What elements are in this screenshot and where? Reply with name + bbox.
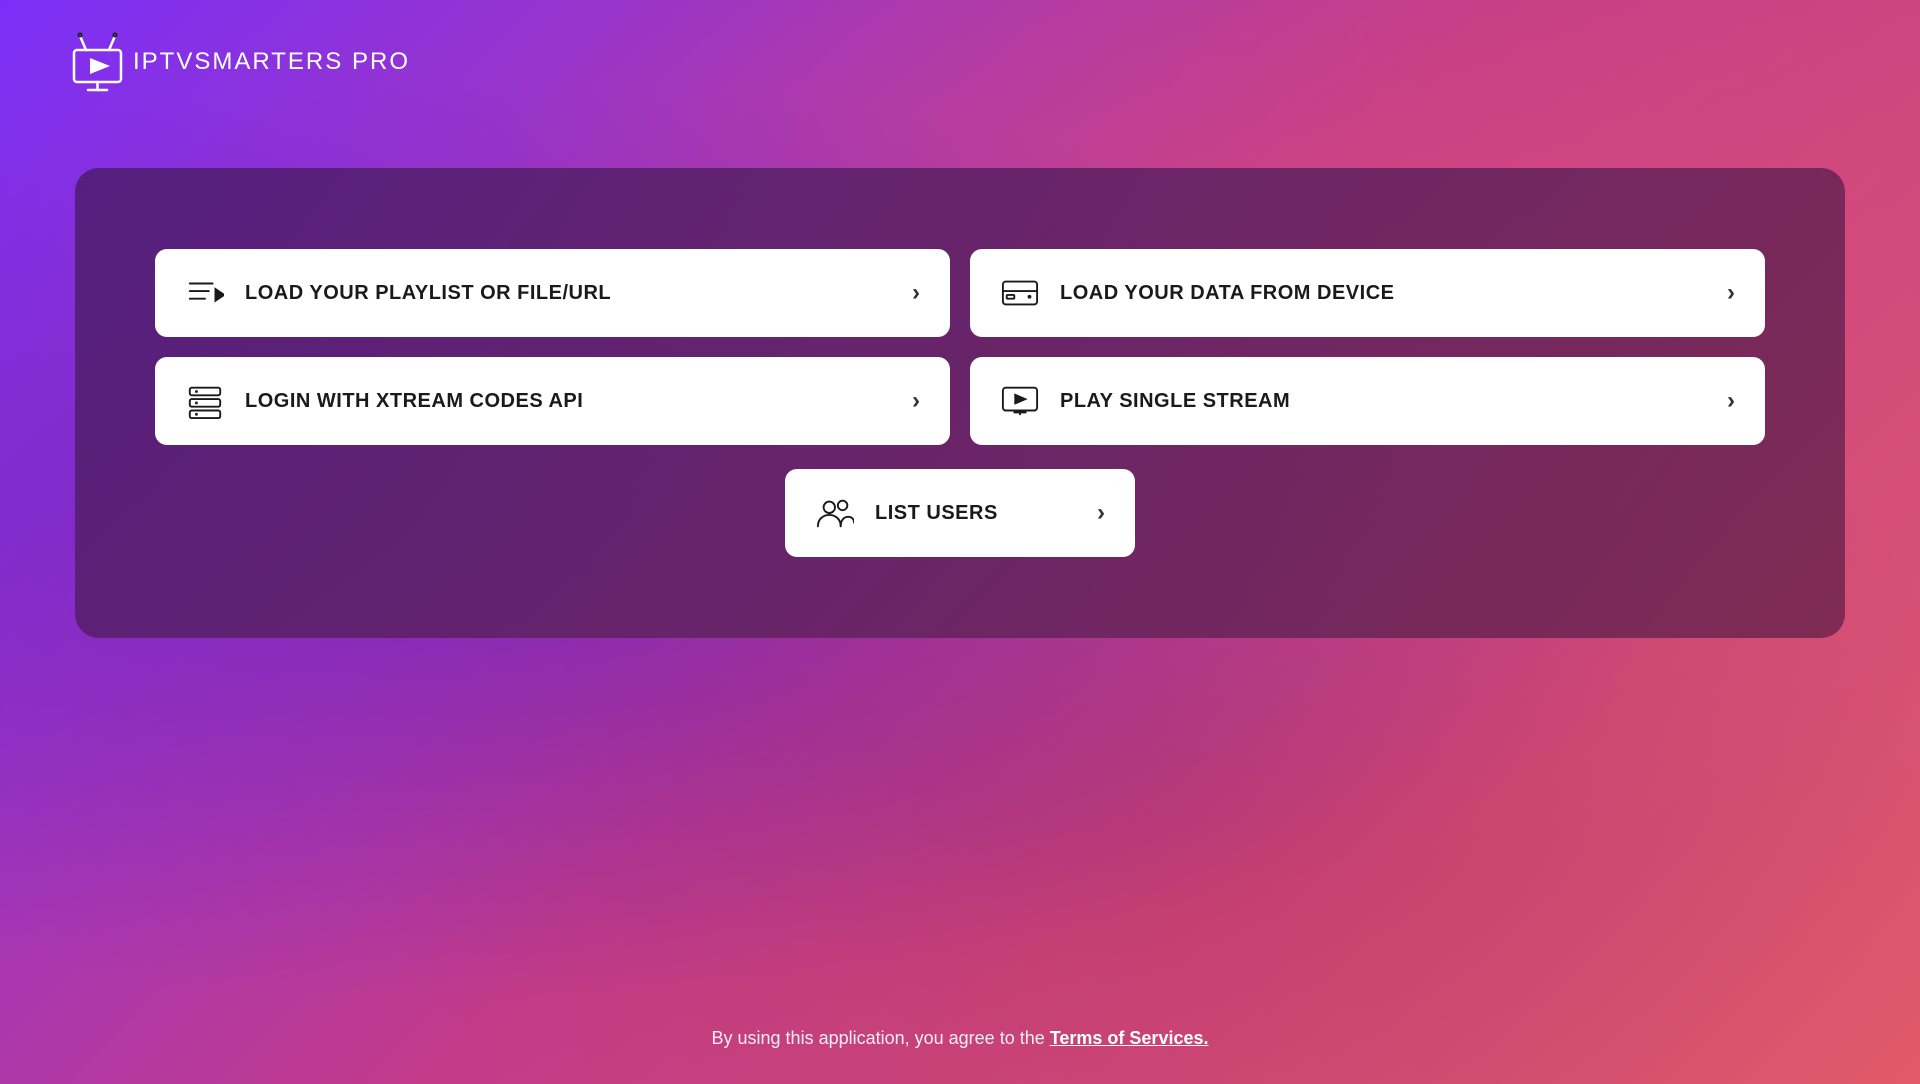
logo-brand: SMARTERS <box>194 48 343 75</box>
playlist-icon <box>185 273 225 313</box>
login-xtream-label: LOGIN WITH XTREAM CODES API <box>245 390 583 413</box>
option-left: LOAD YOUR PLAYLIST OR FILE/URL <box>185 273 611 313</box>
option-left: PLAY SINGLE STREAM <box>1000 381 1290 421</box>
main-panel: LOAD YOUR PLAYLIST OR FILE/URL › LOAD YO… <box>75 168 1845 638</box>
option-left: LIST USERS <box>815 493 998 533</box>
logo: IPTVSMARTERS PRO <box>70 30 410 90</box>
option-left: LOGIN WITH XTREAM CODES API <box>185 381 583 421</box>
options-grid: LOAD YOUR PLAYLIST OR FILE/URL › LOAD YO… <box>155 249 1765 445</box>
list-users-button[interactable]: LIST USERS › <box>785 469 1135 557</box>
header: IPTVSMARTERS PRO <box>70 30 410 90</box>
load-device-button[interactable]: LOAD YOUR DATA FROM DEVICE › <box>970 249 1765 337</box>
play-stream-label: PLAY SINGLE STREAM <box>1060 390 1290 413</box>
xtream-icon <box>185 381 225 421</box>
load-playlist-button[interactable]: LOAD YOUR PLAYLIST OR FILE/URL › <box>155 249 950 337</box>
users-icon <box>815 493 855 533</box>
footer: By using this application, you agree to … <box>0 1028 1920 1049</box>
logo-icon <box>70 30 125 90</box>
play-stream-button[interactable]: PLAY SINGLE STREAM › <box>970 357 1765 445</box>
load-device-label: LOAD YOUR DATA FROM DEVICE <box>1060 282 1394 305</box>
list-users-label: LIST USERS <box>875 502 998 525</box>
load-playlist-chevron: › <box>912 279 920 307</box>
terms-link[interactable]: Terms of Services. <box>1050 1028 1209 1048</box>
load-playlist-label: LOAD YOUR PLAYLIST OR FILE/URL <box>245 282 611 305</box>
footer-text: By using this application, you agree to … <box>712 1028 1050 1048</box>
logo-text: IPTVSMARTERS PRO <box>133 44 410 76</box>
logo-app-name: IPTV <box>133 48 194 75</box>
play-stream-chevron: › <box>1727 387 1735 415</box>
option-left: LOAD YOUR DATA FROM DEVICE <box>1000 273 1394 313</box>
logo-edition: PRO <box>352 48 410 75</box>
login-xtream-chevron: › <box>912 387 920 415</box>
stream-icon <box>1000 381 1040 421</box>
list-users-chevron: › <box>1097 499 1105 527</box>
list-users-row: LIST USERS › <box>155 469 1765 557</box>
load-device-chevron: › <box>1727 279 1735 307</box>
login-xtream-button[interactable]: LOGIN WITH XTREAM CODES API › <box>155 357 950 445</box>
device-icon <box>1000 273 1040 313</box>
